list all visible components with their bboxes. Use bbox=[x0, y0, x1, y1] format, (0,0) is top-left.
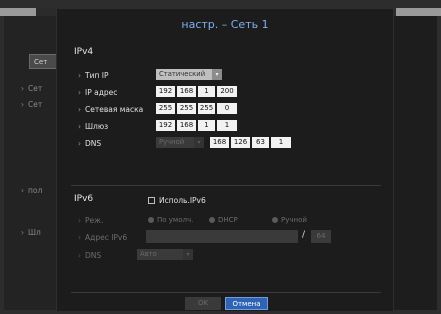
radio-icon bbox=[148, 216, 154, 223]
background-menu-item: Шл bbox=[21, 228, 41, 237]
ipv6-mode-dhcp-radio[interactable]: DHCP bbox=[209, 216, 238, 224]
ip-type-label: › Тип IP bbox=[78, 71, 109, 80]
bullet-icon: › bbox=[78, 251, 81, 260]
gateway-octet-4[interactable]: 1 bbox=[217, 120, 237, 131]
radio-icon bbox=[272, 216, 278, 223]
ip-address-label: › IP адрес bbox=[78, 88, 118, 97]
background-right-panel bbox=[392, 16, 437, 310]
network-settings-dialog: настр. – Сеть 1 IPv4 › Тип IP Статический… bbox=[56, 8, 394, 312]
dns-octet-3[interactable]: 63 bbox=[252, 137, 269, 148]
gateway-octet-2[interactable]: 168 bbox=[177, 120, 196, 131]
ok-button[interactable]: OK bbox=[185, 297, 221, 310]
mask-octet-1[interactable]: 255 bbox=[156, 103, 175, 114]
dialog-title: настр. – Сеть 1 bbox=[181, 18, 269, 31]
chevron-down-icon: ▾ bbox=[212, 69, 222, 80]
ip-octet-4[interactable]: 200 bbox=[217, 86, 237, 97]
bullet-icon: › bbox=[78, 105, 81, 114]
bullet-icon: › bbox=[78, 216, 81, 225]
use-ipv6-checkbox[interactable] bbox=[148, 197, 155, 204]
cancel-button[interactable]: Отмена bbox=[225, 297, 268, 310]
gateway-octet-1[interactable]: 192 bbox=[156, 120, 175, 131]
mask-octet-2[interactable]: 255 bbox=[177, 103, 196, 114]
subnet-mask-label: › Сетевая маска bbox=[78, 105, 144, 114]
gateway-label: › Шлюз bbox=[78, 122, 109, 131]
ipv6-mode-manual-radio[interactable]: Ручной bbox=[272, 216, 307, 224]
ipv6-dns-label: › DNS bbox=[78, 251, 102, 260]
ip-octet-2[interactable]: 168 bbox=[177, 86, 196, 97]
dns-octet-4[interactable]: 1 bbox=[271, 137, 291, 148]
ip-octet-1[interactable]: 192 bbox=[156, 86, 175, 97]
ipv6-heading: IPv6 bbox=[74, 194, 94, 204]
dns-label: › DNS bbox=[78, 139, 102, 148]
section-divider bbox=[71, 185, 381, 186]
ip-octet-3[interactable]: 1 bbox=[198, 86, 215, 97]
chevron-down-icon: ▾ bbox=[183, 249, 193, 260]
background-menu-item: пол bbox=[21, 186, 42, 195]
ipv4-heading: IPv4 bbox=[74, 47, 94, 57]
background-menu-item: Сет bbox=[21, 84, 42, 93]
radio-icon bbox=[209, 216, 215, 223]
dns-octet-1[interactable]: 168 bbox=[210, 137, 229, 148]
footer-divider bbox=[71, 292, 381, 293]
chevron-down-icon: ▾ bbox=[194, 137, 204, 148]
ipv6-mode-default-radio[interactable]: По умолч. bbox=[148, 216, 193, 224]
ipv6-dns-value: Авто bbox=[140, 250, 157, 258]
bullet-icon: › bbox=[78, 233, 81, 242]
ipv6-address-input[interactable] bbox=[146, 230, 298, 243]
mask-octet-4[interactable]: 0 bbox=[217, 103, 237, 114]
gateway-octet-3[interactable]: 1 bbox=[198, 120, 215, 131]
mask-octet-3[interactable]: 255 bbox=[198, 103, 215, 114]
ipv6-address-label: › Адрес IPv6 bbox=[78, 233, 128, 242]
ipv6-mode-label: › Реж. bbox=[78, 216, 104, 225]
use-ipv6-label: Исполь.IPv6 bbox=[159, 196, 206, 205]
ipv6-prefix-input[interactable]: 64 bbox=[311, 230, 331, 243]
ip-type-value: Статический bbox=[159, 70, 206, 78]
ip-type-select[interactable]: Статический ▾ bbox=[156, 69, 222, 80]
dns-octet-2[interactable]: 126 bbox=[231, 137, 250, 148]
ipv6-dns-select[interactable]: Авто ▾ bbox=[137, 249, 193, 260]
bullet-icon: › bbox=[78, 71, 81, 80]
prefix-separator: / bbox=[302, 230, 306, 240]
background-menu-item: Сет bbox=[21, 100, 42, 109]
bullet-icon: › bbox=[78, 122, 81, 131]
dns-mode-select[interactable]: Ручной ▾ bbox=[156, 137, 204, 148]
bullet-icon: › bbox=[78, 88, 81, 97]
dns-mode-value: Ручной bbox=[159, 138, 185, 146]
bullet-icon: › bbox=[78, 139, 81, 148]
